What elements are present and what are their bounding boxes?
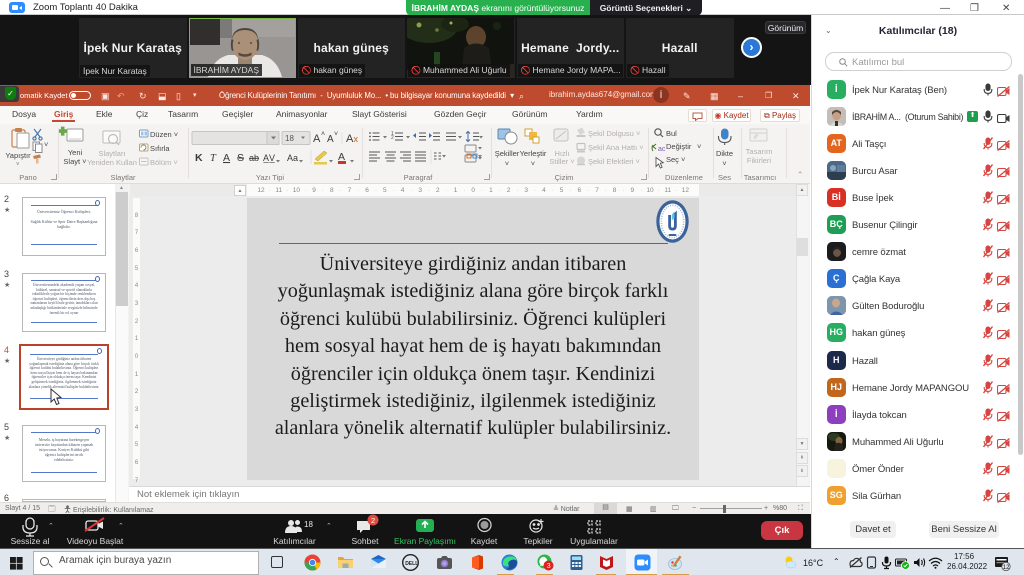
svg-text:12: 12 xyxy=(1002,565,1009,571)
svg-text:18: 18 xyxy=(304,520,313,529)
svg-text:2: 2 xyxy=(371,516,375,525)
svg-text:3: 3 xyxy=(546,563,550,570)
svg-text:DELL: DELL xyxy=(405,561,418,567)
